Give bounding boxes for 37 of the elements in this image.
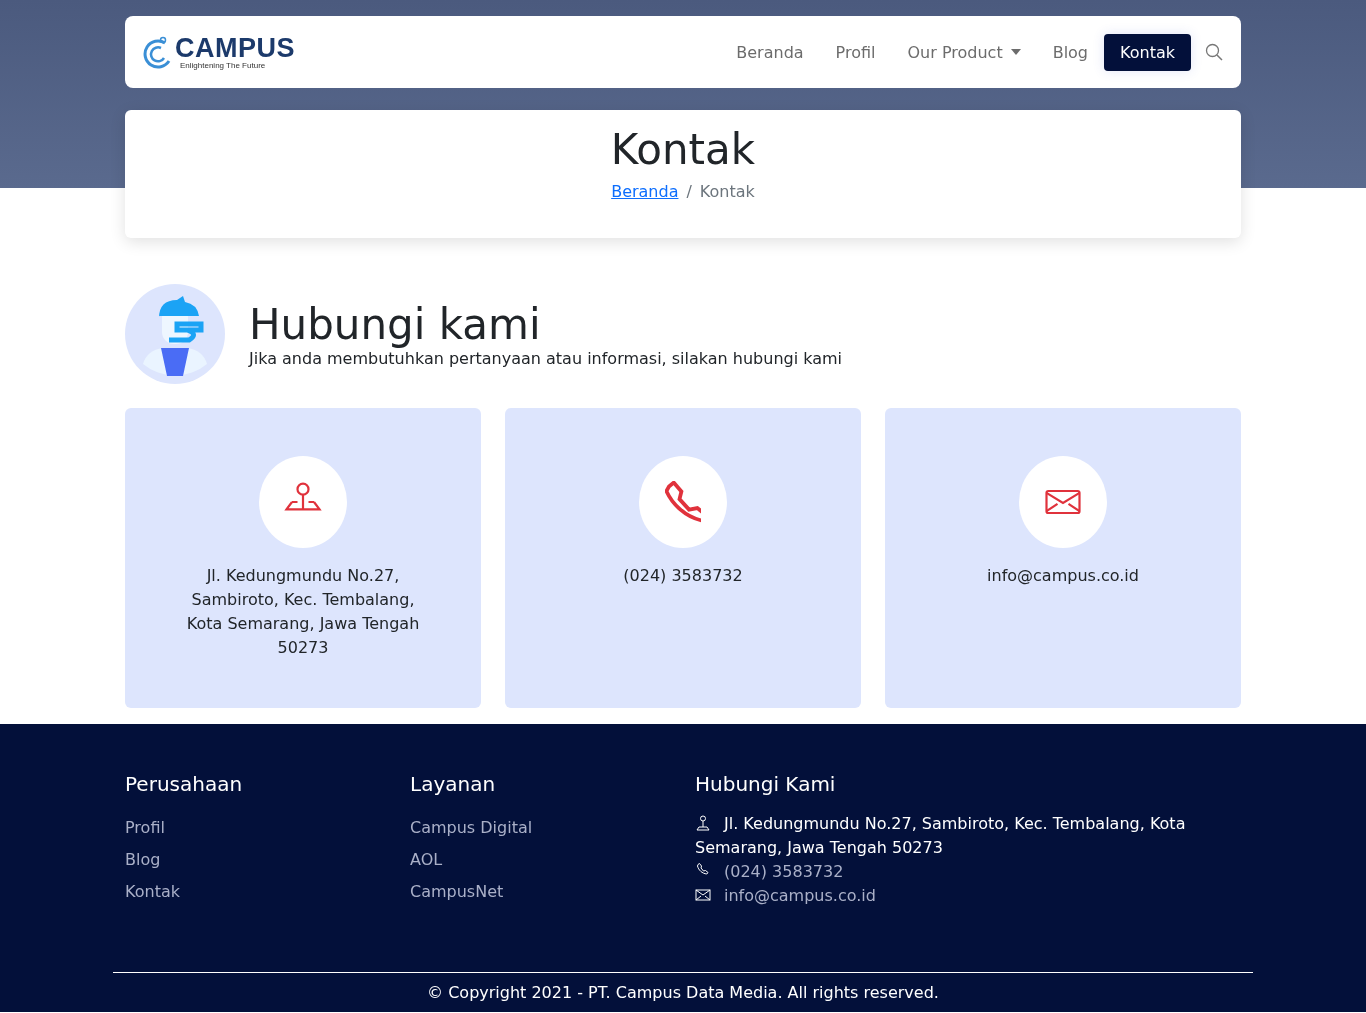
footer-heading: Perusahaan — [125, 772, 244, 796]
section-subtitle: Jika anda membutuhkan pertanyaan atau informasi, silakan hubungi kami — [249, 348, 843, 368]
nav-link[interactable]: Profil — [819, 33, 892, 71]
footer-link[interactable]: info@campus.co.id — [724, 886, 876, 905]
logo-icon — [143, 35, 173, 69]
nav-link[interactable]: Kontak — [1104, 33, 1191, 71]
footer-heading: Layanan — [410, 772, 497, 796]
nav-link[interactable]: Beranda — [720, 33, 820, 71]
nav-link[interactable]: Our Product — [891, 33, 1037, 71]
avatar-icon — [125, 284, 225, 384]
footer-link[interactable]: Profil — [125, 812, 410, 844]
contact-text: info@campus.co.id — [987, 565, 1139, 587]
footer-link[interactable]: AOL — [410, 844, 695, 876]
breadcrumb-link[interactable]: Beranda — [611, 182, 679, 201]
footer-link[interactable]: CampusNet — [410, 876, 695, 908]
breadcrumb-current: Kontak — [699, 182, 755, 201]
contact-text: (024) 3583732 — [623, 565, 743, 587]
footer-link[interactable]: Campus Digital — [410, 812, 695, 844]
footer-address: Jl. Kedungmundu No.27, Sambiroto, Kec. Tembalang, Kota — [724, 814, 1186, 833]
footer-link[interactable]: (024) 3583732 — [724, 862, 844, 881]
breadcrumb-separator: / — [686, 182, 692, 201]
search-icon[interactable] — [1205, 43, 1223, 61]
page-title: Kontak — [610, 124, 756, 176]
phone-icon — [665, 481, 701, 523]
envelope-icon — [695, 887, 711, 903]
footer-heading: Hubungi Kami — [695, 772, 837, 796]
nav-link[interactable]: Blog — [1036, 33, 1105, 71]
logo-name: CAMPUS — [175, 34, 295, 61]
logo-tagline: Enlightening The Future — [180, 60, 267, 70]
footer-link[interactable]: Blog — [125, 844, 410, 876]
caret-icon — [1010, 49, 1021, 55]
section-title: Hubungi kami — [249, 300, 542, 349]
map-pin-icon — [695, 815, 711, 831]
contact-text: Jl. Kedungmundu No.27, Sambiroto, Kec. Tembalang, Kota Semarang, Jawa Tengah 50273 — [185, 565, 421, 659]
footer-link[interactable]: Kontak — [125, 876, 410, 908]
footer-address: Semarang, Jawa Tengah 50273 — [695, 838, 943, 857]
copyright-text: © Copyright 2021 - PT. Campus Data Media. All rights reserved. — [426, 983, 940, 1002]
